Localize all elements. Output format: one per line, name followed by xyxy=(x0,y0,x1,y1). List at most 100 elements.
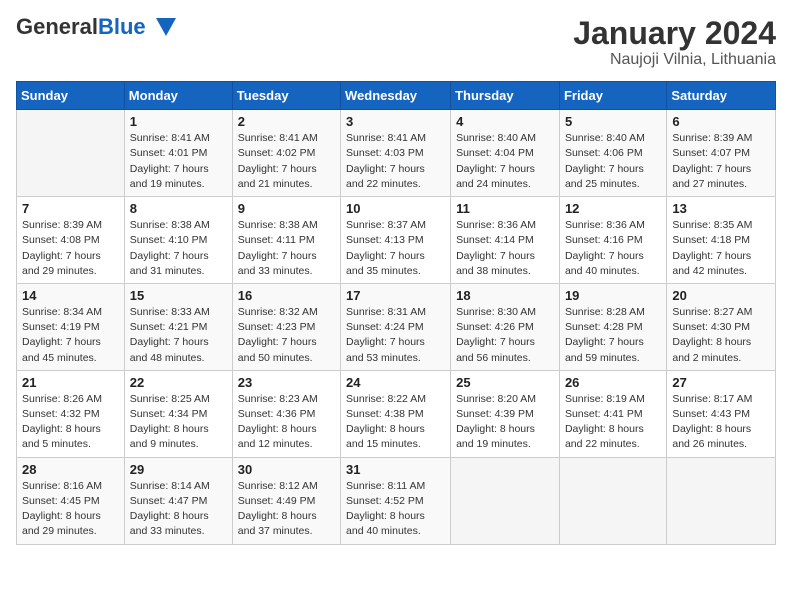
day-number: 4 xyxy=(456,114,554,129)
day-info: Sunrise: 8:33 AMSunset: 4:21 PMDaylight:… xyxy=(130,305,227,366)
day-info: Sunrise: 8:41 AMSunset: 4:03 PMDaylight:… xyxy=(346,131,445,192)
calendar-week-row: 7Sunrise: 8:39 AMSunset: 4:08 PMDaylight… xyxy=(17,197,776,284)
day-info: Sunrise: 8:34 AMSunset: 4:19 PMDaylight:… xyxy=(22,305,119,366)
day-number: 26 xyxy=(565,375,661,390)
day-number: 1 xyxy=(130,114,227,129)
day-info: Sunrise: 8:16 AMSunset: 4:45 PMDaylight:… xyxy=(22,479,119,540)
calendar-cell: 14Sunrise: 8:34 AMSunset: 4:19 PMDayligh… xyxy=(17,283,125,370)
title-block: January 2024 Naujoji Vilnia, Lithuania xyxy=(573,16,776,69)
day-info: Sunrise: 8:41 AMSunset: 4:01 PMDaylight:… xyxy=(130,131,227,192)
day-number: 27 xyxy=(672,375,770,390)
calendar-cell: 29 Sunrise: 8:14 AMSunset: 4:47 PMDayligh… xyxy=(124,457,232,544)
day-info: Sunrise: 8:23 AMSunset: 4:36 PMDaylight:… xyxy=(238,392,335,453)
day-info: Sunrise: 8:37 AMSunset: 4:13 PMDaylight:… xyxy=(346,218,445,279)
day-info: Sunrise: 8:36 AMSunset: 4:14 PMDaylight:… xyxy=(456,218,554,279)
day-number: 15 xyxy=(130,288,227,303)
calendar-header-row: SundayMondayTuesdayWednesdayThursdayFrid… xyxy=(17,82,776,110)
calendar-cell: 18 Sunrise: 8:30 AMSunset: 4:26 PMDayligh… xyxy=(451,283,560,370)
calendar-cell xyxy=(17,110,125,197)
calendar-cell: 3 Sunrise: 8:41 AMSunset: 4:03 PMDaylight… xyxy=(341,110,451,197)
day-info: Sunrise: 8:27 AMSunset: 4:30 PMDaylight:… xyxy=(672,305,770,366)
day-info: Sunrise: 8:31 AMSunset: 4:24 PMDaylight:… xyxy=(346,305,445,366)
calendar-cell: 16 Sunrise: 8:32 AMSunset: 4:23 PMDayligh… xyxy=(232,283,340,370)
calendar-cell: 6 Sunrise: 8:39 AMSunset: 4:07 PMDaylight… xyxy=(667,110,776,197)
day-info: Sunrise: 8:19 AMSunset: 4:41 PMDaylight:… xyxy=(565,392,661,453)
day-info: Sunrise: 8:36 AMSunset: 4:16 PMDaylight:… xyxy=(565,218,661,279)
day-number: 24 xyxy=(346,375,445,390)
calendar-cell: 9Sunrise: 8:38 AMSunset: 4:11 PMDaylight… xyxy=(232,197,340,284)
day-number: 30 xyxy=(238,462,335,477)
logo-blue: Blue xyxy=(98,14,146,39)
day-number: 2 xyxy=(238,114,335,129)
day-number: 10 xyxy=(346,201,445,216)
calendar-cell: 7Sunrise: 8:39 AMSunset: 4:08 PMDaylight… xyxy=(17,197,125,284)
day-info: Sunrise: 8:14 AMSunset: 4:47 PMDaylight:… xyxy=(130,479,227,540)
day-info: Sunrise: 8:40 AMSunset: 4:04 PMDaylight:… xyxy=(456,131,554,192)
calendar-cell: 21Sunrise: 8:26 AMSunset: 4:32 PMDayligh… xyxy=(17,370,125,457)
day-number: 9 xyxy=(238,201,335,216)
day-number: 22 xyxy=(130,375,227,390)
calendar-cell: 25 Sunrise: 8:20 AMSunset: 4:39 PMDayligh… xyxy=(451,370,560,457)
day-number: 3 xyxy=(346,114,445,129)
calendar-cell xyxy=(667,457,776,544)
day-info: Sunrise: 8:11 AMSunset: 4:52 PMDaylight:… xyxy=(346,479,445,540)
calendar-cell: 2 Sunrise: 8:41 AMSunset: 4:02 PMDaylight… xyxy=(232,110,340,197)
day-info: Sunrise: 8:22 AMSunset: 4:38 PMDaylight:… xyxy=(346,392,445,453)
calendar-cell: 27 Sunrise: 8:17 AMSunset: 4:43 PMDayligh… xyxy=(667,370,776,457)
calendar-week-row: 28 Sunrise: 8:16 AMSunset: 4:45 PMDayligh… xyxy=(17,457,776,544)
day-number: 13 xyxy=(672,201,770,216)
day-number: 21 xyxy=(22,375,119,390)
calendar-week-row: 21Sunrise: 8:26 AMSunset: 4:32 PMDayligh… xyxy=(17,370,776,457)
day-info: Sunrise: 8:41 AMSunset: 4:02 PMDaylight:… xyxy=(238,131,335,192)
calendar-cell: 22Sunrise: 8:25 AMSunset: 4:34 PMDayligh… xyxy=(124,370,232,457)
calendar-cell: 28 Sunrise: 8:16 AMSunset: 4:45 PMDayligh… xyxy=(17,457,125,544)
calendar-cell: 10 Sunrise: 8:37 AMSunset: 4:13 PMDayligh… xyxy=(341,197,451,284)
logo: GeneralBlue xyxy=(16,16,176,38)
weekday-header-sunday: Sunday xyxy=(17,82,125,110)
calendar-cell xyxy=(559,457,666,544)
day-info: Sunrise: 8:17 AMSunset: 4:43 PMDaylight:… xyxy=(672,392,770,453)
day-info: Sunrise: 8:39 AMSunset: 4:07 PMDaylight:… xyxy=(672,131,770,192)
weekday-header-monday: Monday xyxy=(124,82,232,110)
day-number: 31 xyxy=(346,462,445,477)
calendar-cell: 30Sunrise: 8:12 AMSunset: 4:49 PMDayligh… xyxy=(232,457,340,544)
calendar-week-row: 14Sunrise: 8:34 AMSunset: 4:19 PMDayligh… xyxy=(17,283,776,370)
calendar-cell xyxy=(451,457,560,544)
day-number: 17 xyxy=(346,288,445,303)
day-info: Sunrise: 8:38 AMSunset: 4:10 PMDaylight:… xyxy=(130,218,227,279)
day-number: 7 xyxy=(22,201,119,216)
weekday-header-tuesday: Tuesday xyxy=(232,82,340,110)
day-number: 28 xyxy=(22,462,119,477)
day-number: 12 xyxy=(565,201,661,216)
calendar-cell: 20Sunrise: 8:27 AMSunset: 4:30 PMDayligh… xyxy=(667,283,776,370)
weekday-header-wednesday: Wednesday xyxy=(341,82,451,110)
weekday-header-saturday: Saturday xyxy=(667,82,776,110)
day-number: 29 xyxy=(130,462,227,477)
calendar-cell: 24 Sunrise: 8:22 AMSunset: 4:38 PMDayligh… xyxy=(341,370,451,457)
weekday-header-friday: Friday xyxy=(559,82,666,110)
calendar-cell: 13Sunrise: 8:35 AMSunset: 4:18 PMDayligh… xyxy=(667,197,776,284)
month-title: January 2024 xyxy=(573,16,776,51)
calendar-cell: 26 Sunrise: 8:19 AMSunset: 4:41 PMDayligh… xyxy=(559,370,666,457)
calendar-cell: 12 Sunrise: 8:36 AMSunset: 4:16 PMDayligh… xyxy=(559,197,666,284)
logo-icon xyxy=(148,16,176,38)
day-number: 18 xyxy=(456,288,554,303)
day-info: Sunrise: 8:30 AMSunset: 4:26 PMDaylight:… xyxy=(456,305,554,366)
day-number: 8 xyxy=(130,201,227,216)
calendar-cell: 31 Sunrise: 8:11 AMSunset: 4:52 PMDayligh… xyxy=(341,457,451,544)
day-number: 25 xyxy=(456,375,554,390)
day-number: 11 xyxy=(456,201,554,216)
page-header: GeneralBlue January 2024 Naujoji Vilnia,… xyxy=(16,16,776,69)
calendar-cell: 15 Sunrise: 8:33 AMSunset: 4:21 PMDayligh… xyxy=(124,283,232,370)
location-title: Naujoji Vilnia, Lithuania xyxy=(573,51,776,69)
day-number: 6 xyxy=(672,114,770,129)
calendar-cell: 23Sunrise: 8:23 AMSunset: 4:36 PMDayligh… xyxy=(232,370,340,457)
calendar-cell: 11 Sunrise: 8:36 AMSunset: 4:14 PMDayligh… xyxy=(451,197,560,284)
day-info: Sunrise: 8:32 AMSunset: 4:23 PMDaylight:… xyxy=(238,305,335,366)
calendar-cell: 17 Sunrise: 8:31 AMSunset: 4:24 PMDayligh… xyxy=(341,283,451,370)
day-info: Sunrise: 8:40 AMSunset: 4:06 PMDaylight:… xyxy=(565,131,661,192)
calendar-week-row: 1 Sunrise: 8:41 AMSunset: 4:01 PMDaylight… xyxy=(17,110,776,197)
day-info: Sunrise: 8:28 AMSunset: 4:28 PMDaylight:… xyxy=(565,305,661,366)
day-info: Sunrise: 8:20 AMSunset: 4:39 PMDaylight:… xyxy=(456,392,554,453)
day-number: 16 xyxy=(238,288,335,303)
